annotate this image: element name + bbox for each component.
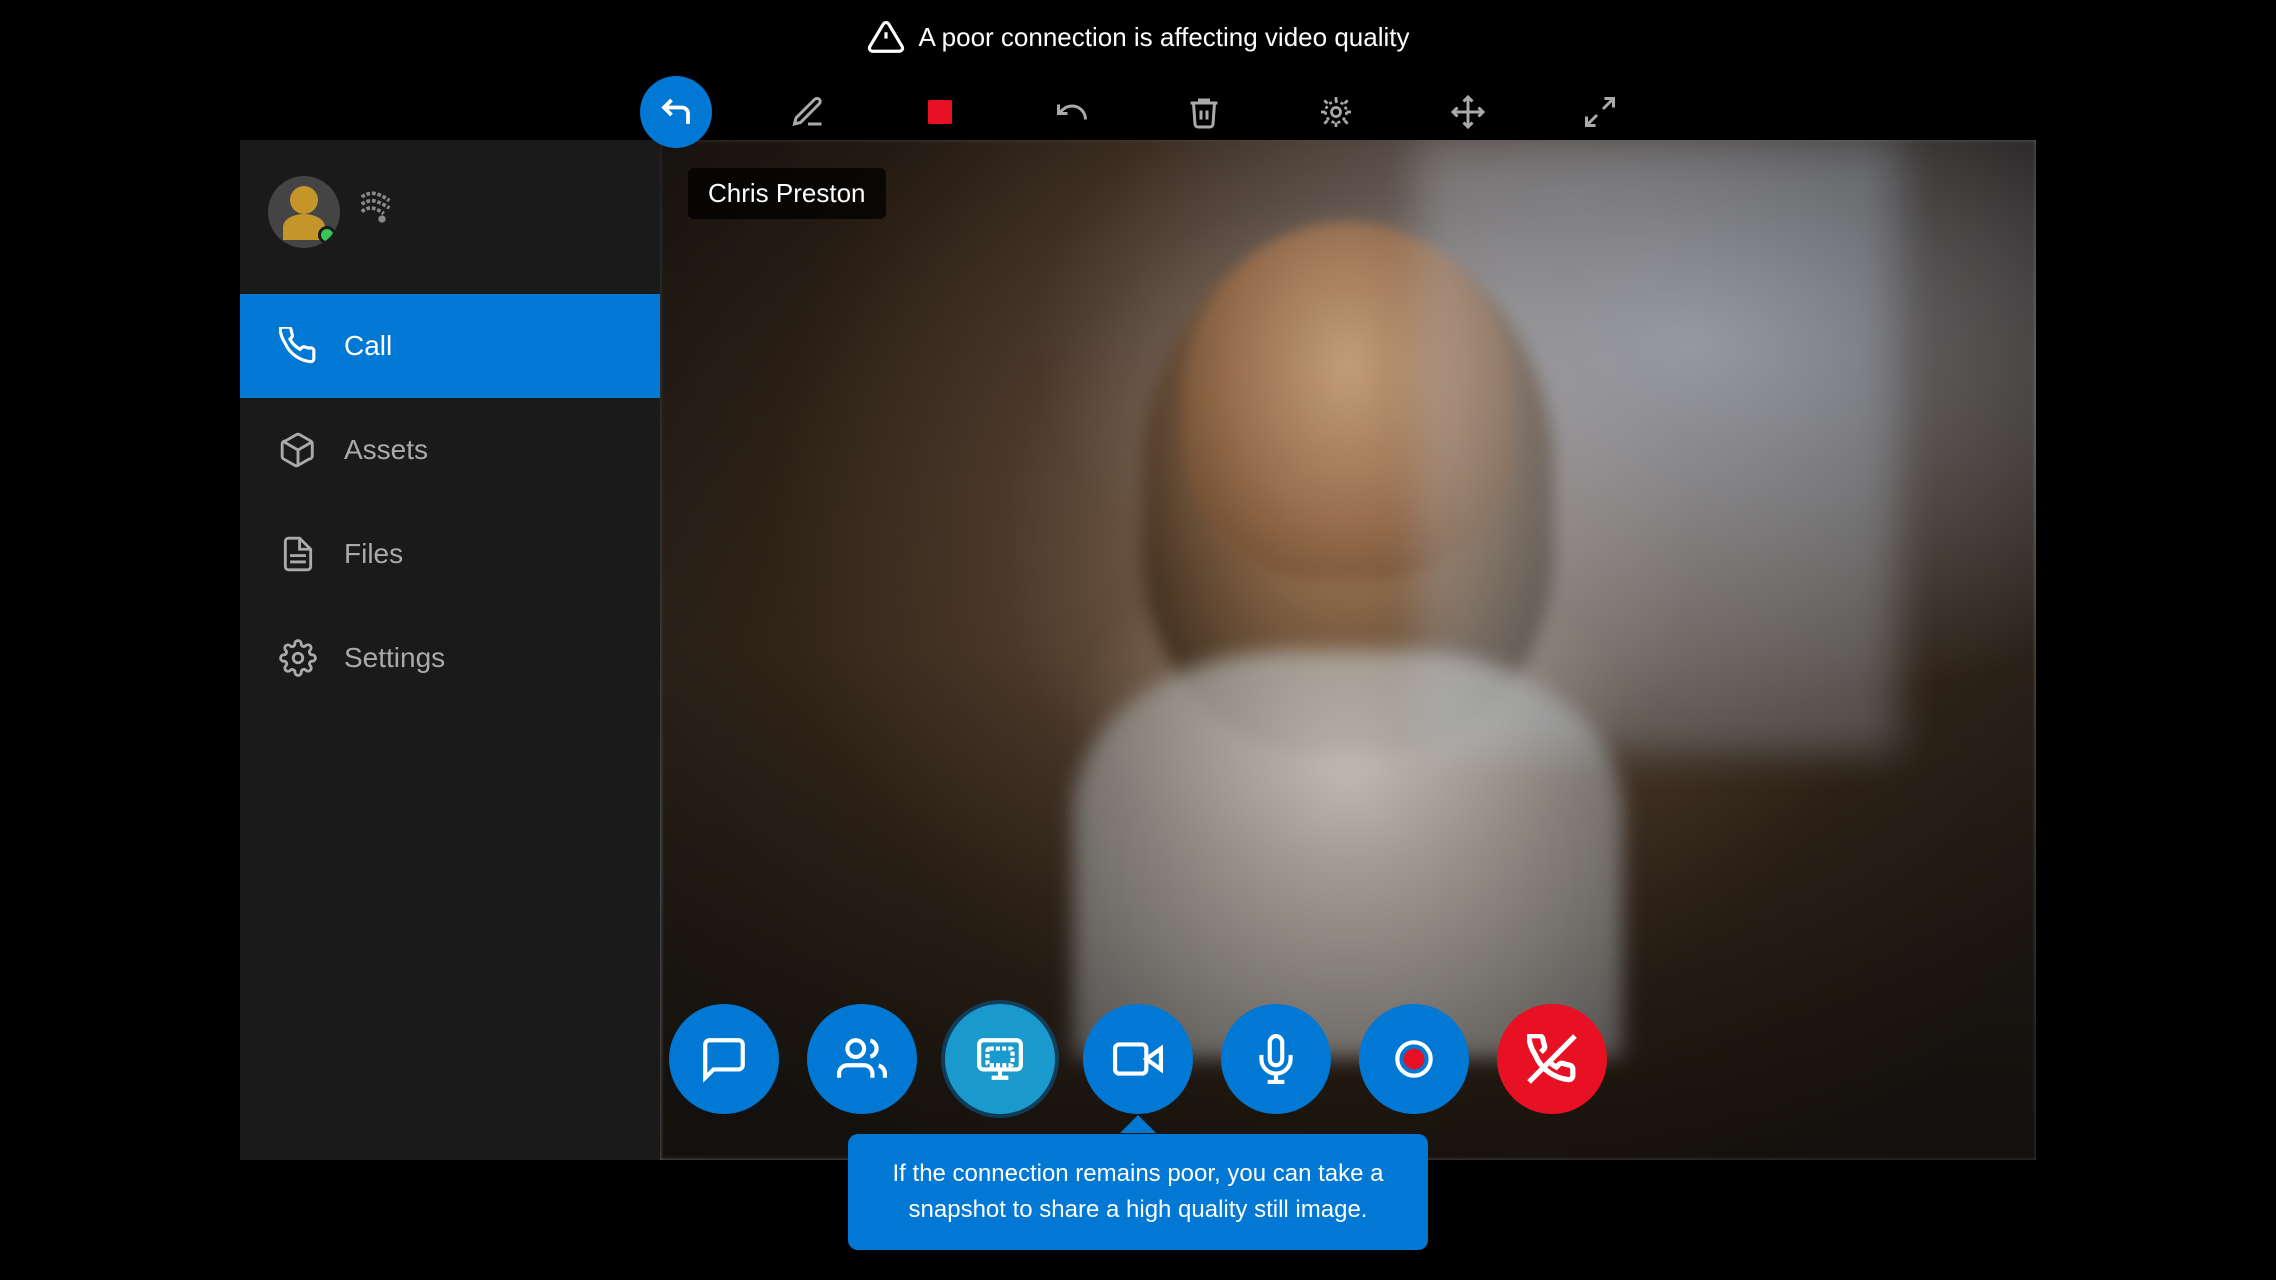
pen-tool-button[interactable] <box>772 76 844 148</box>
undo-button[interactable] <box>1036 76 1108 148</box>
snapshot-button[interactable] <box>945 1004 1055 1114</box>
call-label: Call <box>344 330 392 362</box>
settings-gear-button[interactable] <box>1300 76 1372 148</box>
warning-text: A poor connection is affecting video qua… <box>919 22 1410 53</box>
bottom-controls: If the connection remains poor, you can … <box>0 1004 2276 1250</box>
sidebar-item-files[interactable]: Files <box>240 502 660 606</box>
caller-name-badge: Chris Preston <box>688 168 886 219</box>
record-button[interactable] <box>1359 1004 1469 1114</box>
assets-label: Assets <box>344 434 428 466</box>
move-button[interactable] <box>1432 76 1504 148</box>
tooltip-text: If the connection remains poor, you can … <box>893 1160 1384 1223</box>
end-call-button[interactable] <box>1497 1004 1607 1114</box>
online-indicator <box>318 226 336 244</box>
assets-icon <box>276 428 320 472</box>
chat-button[interactable] <box>669 1004 779 1114</box>
control-buttons-row <box>669 1004 1607 1114</box>
warning-icon <box>867 18 905 56</box>
top-toolbar <box>0 60 2276 164</box>
sidebar-item-settings[interactable]: Settings <box>240 606 660 710</box>
expand-button[interactable] <box>1564 76 1636 148</box>
call-icon <box>276 324 320 368</box>
files-label: Files <box>344 538 403 570</box>
settings-icon <box>276 636 320 680</box>
files-icon <box>276 532 320 576</box>
signal-icon <box>360 186 404 238</box>
participants-button[interactable] <box>807 1004 917 1114</box>
mute-button[interactable] <box>1221 1004 1331 1114</box>
back-button[interactable] <box>640 76 712 148</box>
settings-label: Settings <box>344 642 445 674</box>
sidebar-item-call[interactable]: Call <box>240 294 660 398</box>
avatar <box>268 176 340 248</box>
sidebar-item-assets[interactable]: Assets <box>240 398 660 502</box>
stop-button[interactable] <box>904 76 976 148</box>
caller-name: Chris Preston <box>708 178 866 208</box>
video-button[interactable] <box>1083 1004 1193 1114</box>
delete-button[interactable] <box>1168 76 1240 148</box>
tooltip-box: If the connection remains poor, you can … <box>848 1134 1428 1250</box>
